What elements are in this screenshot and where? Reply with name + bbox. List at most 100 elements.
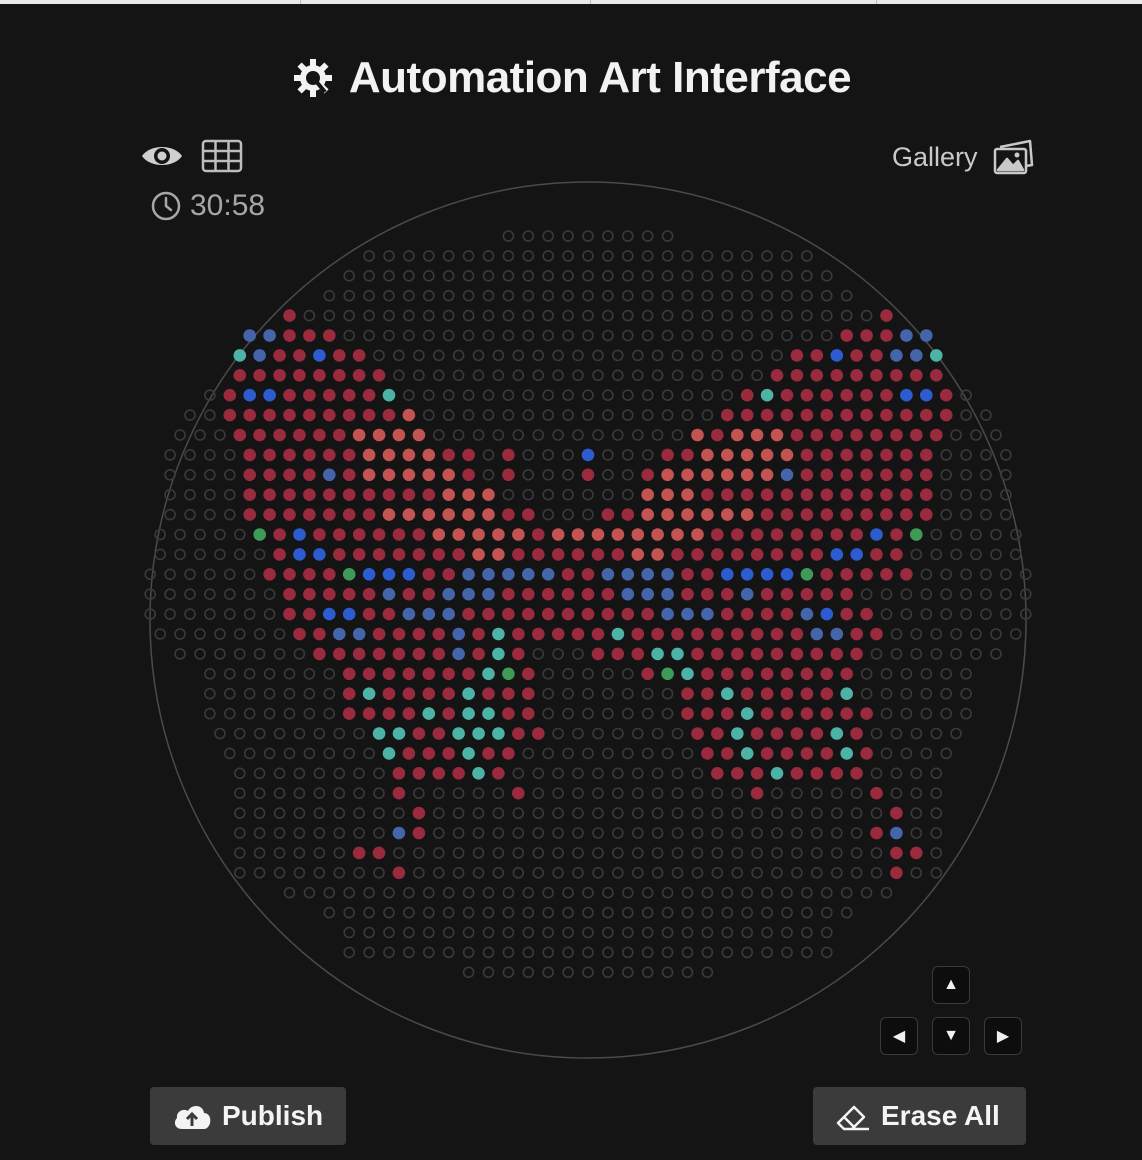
empty-pixel[interactable] <box>791 847 803 859</box>
empty-pixel[interactable] <box>711 369 724 382</box>
painted-pixel[interactable] <box>760 568 774 581</box>
painted-pixel[interactable] <box>372 647 386 661</box>
empty-pixel[interactable] <box>323 667 336 680</box>
painted-pixel[interactable] <box>850 647 863 661</box>
painted-pixel[interactable] <box>740 707 754 720</box>
empty-pixel[interactable] <box>403 250 415 262</box>
empty-pixel[interactable] <box>651 787 664 800</box>
empty-pixel[interactable] <box>621 289 634 302</box>
empty-pixel[interactable] <box>413 787 425 800</box>
painted-pixel[interactable] <box>313 627 326 641</box>
empty-pixel[interactable] <box>631 807 644 819</box>
painted-pixel[interactable] <box>780 468 794 482</box>
empty-pixel[interactable] <box>651 866 664 879</box>
empty-pixel[interactable] <box>631 827 644 839</box>
painted-pixel[interactable] <box>790 528 804 541</box>
painted-pixel[interactable] <box>900 488 913 502</box>
empty-pixel[interactable] <box>820 289 833 302</box>
empty-pixel[interactable] <box>641 329 654 342</box>
painted-pixel[interactable] <box>442 687 456 700</box>
empty-pixel[interactable] <box>184 468 196 481</box>
painted-pixel[interactable] <box>691 528 704 541</box>
empty-pixel[interactable] <box>482 289 495 302</box>
empty-pixel[interactable] <box>373 767 385 780</box>
empty-pixel[interactable] <box>950 429 962 441</box>
painted-pixel[interactable] <box>721 508 734 521</box>
painted-pixel[interactable] <box>442 667 456 681</box>
empty-pixel[interactable] <box>771 866 783 879</box>
empty-pixel[interactable] <box>353 727 365 740</box>
painted-pixel[interactable] <box>820 388 834 402</box>
empty-pixel[interactable] <box>830 866 843 879</box>
painted-pixel[interactable] <box>233 349 247 362</box>
empty-pixel[interactable] <box>840 906 853 919</box>
painted-pixel[interactable] <box>382 568 396 581</box>
painted-pixel[interactable] <box>283 309 296 322</box>
painted-pixel[interactable] <box>243 329 256 342</box>
painted-pixel[interactable] <box>641 607 654 621</box>
empty-pixel[interactable] <box>711 866 724 879</box>
empty-pixel[interactable] <box>184 508 196 521</box>
empty-pixel[interactable] <box>184 608 196 620</box>
empty-pixel[interactable] <box>333 847 346 859</box>
painted-pixel[interactable] <box>780 587 794 601</box>
painted-pixel[interactable] <box>422 607 436 621</box>
empty-pixel[interactable] <box>532 648 545 660</box>
painted-pixel[interactable] <box>820 707 834 720</box>
empty-pixel[interactable] <box>960 667 972 680</box>
empty-pixel[interactable] <box>810 787 823 800</box>
painted-pixel[interactable] <box>800 488 814 502</box>
empty-pixel[interactable] <box>990 429 1002 441</box>
painted-pixel[interactable] <box>850 428 863 442</box>
painted-pixel[interactable] <box>611 627 625 641</box>
empty-pixel[interactable] <box>820 926 833 939</box>
empty-pixel[interactable] <box>363 329 375 342</box>
painted-pixel[interactable] <box>402 408 416 422</box>
empty-pixel[interactable] <box>602 707 614 720</box>
empty-pixel[interactable] <box>970 429 982 441</box>
empty-pixel[interactable] <box>263 588 276 601</box>
empty-pixel[interactable] <box>482 250 495 262</box>
empty-pixel[interactable] <box>363 926 375 939</box>
empty-pixel[interactable] <box>691 847 704 859</box>
empty-pixel[interactable] <box>422 886 435 899</box>
painted-pixel[interactable] <box>512 528 525 541</box>
empty-pixel[interactable] <box>612 727 624 740</box>
empty-pixel[interactable] <box>920 747 933 760</box>
empty-pixel[interactable] <box>234 548 246 561</box>
empty-pixel[interactable] <box>592 787 604 800</box>
empty-pixel[interactable] <box>691 787 704 800</box>
painted-pixel[interactable] <box>442 568 456 581</box>
painted-pixel[interactable] <box>372 627 386 641</box>
empty-pixel[interactable] <box>641 966 654 979</box>
empty-pixel[interactable] <box>393 369 405 382</box>
painted-pixel[interactable] <box>631 528 645 541</box>
painted-pixel[interactable] <box>661 667 674 681</box>
painted-pixel[interactable] <box>392 786 406 800</box>
painted-pixel[interactable] <box>482 508 495 521</box>
empty-pixel[interactable] <box>234 528 246 541</box>
move-down-button[interactable]: ▼ <box>932 1017 970 1055</box>
empty-pixel[interactable] <box>293 648 306 660</box>
empty-pixel[interactable] <box>462 269 475 282</box>
painted-pixel[interactable] <box>392 866 406 880</box>
empty-pixel[interactable] <box>751 349 763 362</box>
empty-pixel[interactable] <box>801 289 813 302</box>
empty-pixel[interactable] <box>482 886 495 899</box>
empty-pixel[interactable] <box>651 827 664 839</box>
empty-pixel[interactable] <box>422 906 435 919</box>
painted-pixel[interactable] <box>750 548 764 561</box>
painted-pixel[interactable] <box>372 846 386 860</box>
empty-pixel[interactable] <box>721 946 734 959</box>
painted-pixel[interactable] <box>323 448 336 462</box>
painted-pixel[interactable] <box>502 667 515 681</box>
empty-pixel[interactable] <box>253 628 266 640</box>
empty-pixel[interactable] <box>940 468 953 481</box>
painted-pixel[interactable] <box>800 408 814 422</box>
empty-pixel[interactable] <box>910 787 923 800</box>
empty-pixel[interactable] <box>950 648 962 660</box>
painted-pixel[interactable] <box>721 707 734 720</box>
painted-pixel[interactable] <box>880 388 893 402</box>
painted-pixel[interactable] <box>303 568 316 581</box>
empty-pixel[interactable] <box>214 648 226 660</box>
